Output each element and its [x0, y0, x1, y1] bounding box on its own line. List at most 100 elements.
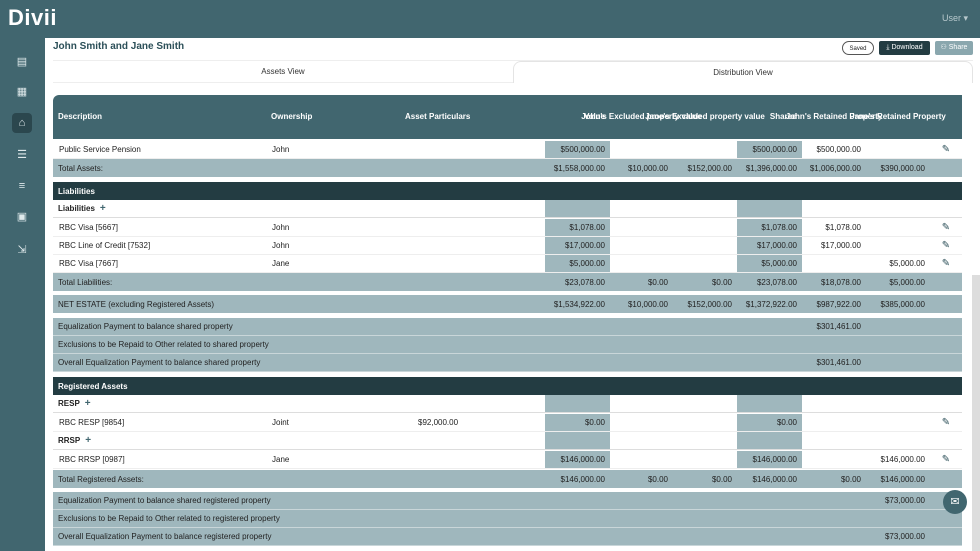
add-icon[interactable]: +	[85, 435, 91, 446]
archive-icon[interactable]: ▣	[12, 207, 32, 227]
table-row-eq: Equalization Payment to balance shared p…	[53, 318, 962, 336]
cell-value: $0.00	[647, 474, 668, 484]
cell-value: $10,000.00	[627, 299, 668, 309]
cell-value: Joint	[272, 418, 289, 427]
cell-value: $92,000.00	[418, 418, 459, 427]
row-label: Total Assets:	[58, 163, 103, 173]
row-label: RRSP +	[58, 435, 92, 446]
cell-value: $146,000.00	[560, 474, 606, 484]
cell-value: $500,000.00	[560, 145, 606, 154]
edit-icon[interactable]: ✎	[930, 237, 962, 254]
cell-value: $987,922.00	[816, 299, 862, 309]
table-row-section: Liabilities	[53, 182, 962, 200]
calendar-icon[interactable]: ▦	[12, 82, 32, 102]
table-row-eq: Equalization Payment to balance shared r…	[53, 492, 962, 510]
cell-value: Jane	[272, 259, 290, 268]
table-row-group: Liabilities +	[53, 200, 962, 218]
cell-value: $146,000.00	[752, 474, 798, 484]
table-row-total: Total Assets: $1,558,000.00 $10,000.00 $152…	[53, 159, 962, 177]
cell-value: $301,461.00	[816, 322, 862, 331]
add-icon[interactable]: +	[100, 203, 106, 214]
edit-icon[interactable]: ✎	[930, 255, 962, 272]
cell-value: $1,078.00	[761, 223, 797, 232]
scrollbar[interactable]	[972, 275, 980, 551]
column-header[interactable]: Jane's Retained Property	[850, 95, 946, 139]
row-label: RBC Line of Credit [7532]	[59, 241, 151, 250]
table-header: Description Ownership Asset Particulars Val…	[53, 95, 962, 139]
cell-value: $500,000.00	[816, 145, 862, 154]
row-label: Liabilities +	[58, 203, 106, 214]
shaded-cell	[545, 395, 610, 412]
table-row-eq: Overall Equalization Payment to balance …	[53, 528, 962, 546]
cell-value: $390,000.00	[880, 163, 926, 173]
share-icon: ⚇	[940, 44, 949, 51]
row-label: RESP +	[58, 398, 91, 409]
cell-value: $5,000.00	[889, 277, 925, 287]
row-label: NET ESTATE (excluding Registered Assets)	[58, 299, 215, 309]
export-icon[interactable]: ⇲	[12, 240, 32, 260]
row-label: RBC RRSP [0987]	[59, 455, 125, 464]
download-label: Download	[891, 44, 923, 51]
cell-value: $152,000.00	[687, 299, 733, 309]
cell-value: $0.00	[711, 474, 732, 484]
cell-value: $0.00	[840, 474, 861, 484]
column-header[interactable]: Asset Particulars	[400, 95, 545, 139]
cell-value: Jane	[272, 455, 290, 464]
cell-value: $0.00	[584, 418, 605, 427]
cell-value: $17,000.00	[564, 241, 605, 250]
row-label: Overall Equalization Payment to balance …	[58, 358, 261, 367]
edit-icon[interactable]: ✎	[930, 219, 962, 236]
chat-icon[interactable]: ✉	[943, 490, 967, 514]
logo[interactable]: Divii	[8, 5, 57, 31]
edit-icon[interactable]: ✎	[930, 414, 962, 431]
cell-value: $1,078.00	[569, 223, 605, 232]
column-header[interactable]: Description	[53, 95, 266, 139]
cell-value: $5,000.00	[889, 259, 925, 268]
main-content: John Smith and Jane Smith Saved ⤓ Downlo…	[45, 38, 980, 551]
view-tabs: Assets View Distribution View	[53, 60, 973, 83]
cell-value: $1,372,922.00	[745, 299, 797, 309]
column-header[interactable]: Ownership	[266, 95, 400, 139]
cell-value: John	[272, 241, 290, 250]
table-row-item: RBC Visa [7667] Jane $5,000.00 $5,000.00 $5,…	[53, 255, 962, 273]
tab-assets-view[interactable]: Assets View	[53, 61, 513, 83]
shaded-cell	[737, 432, 802, 449]
document-icon[interactable]: ▤	[12, 52, 32, 72]
edit-icon[interactable]: ✎	[930, 451, 962, 468]
table-row-net: NET ESTATE (excluding Registered Assets)…	[53, 295, 962, 313]
cell-value: $146,000.00	[560, 455, 606, 464]
row-label: RBC Visa [5667]	[59, 223, 118, 232]
table-row-section: Registered Assets	[53, 377, 962, 395]
cell-value: $1,558,000.00	[553, 163, 605, 173]
cell-value: $146,000.00	[880, 474, 926, 484]
tab-distribution-view[interactable]: Distribution View	[513, 61, 973, 83]
row-label: Exclusions to be Repaid to Other related…	[58, 514, 280, 523]
assets-icon[interactable]: ⌂	[12, 113, 32, 133]
top-bar: Divii User ▾	[0, 0, 980, 38]
contacts-icon[interactable]: ☰	[12, 145, 32, 165]
table-row-total: Total Liabilities: $23,078.00 $0.00 $0.00 $2…	[53, 273, 962, 291]
column-header[interactable]: Jane's Excluded property value	[645, 95, 765, 139]
saved-badge: Saved	[842, 41, 874, 55]
add-icon[interactable]: +	[85, 398, 91, 409]
shaded-cell	[545, 200, 610, 217]
row-label: Exclusions to be Repaid to Other related…	[58, 340, 269, 349]
cell-value: $18,078.00	[820, 277, 861, 287]
row-label: Total Liabilities:	[58, 277, 113, 287]
cell-value: $1,396,000.00	[745, 163, 797, 173]
table-row-item: RBC Line of Credit [7532] John $17,000.00 $…	[53, 237, 962, 255]
row-label: Equalization Payment to balance shared r…	[58, 496, 271, 505]
table-row-eq: Overall Equalization Payment to balance …	[53, 354, 962, 372]
cell-value: John	[272, 223, 290, 232]
cell-value: $73,000.00	[884, 496, 925, 505]
cell-value: $1,534,922.00	[553, 299, 605, 309]
edit-icon[interactable]: ✎	[930, 141, 962, 158]
user-menu[interactable]: User ▾	[942, 13, 968, 24]
page-title: John Smith and Jane Smith	[53, 41, 185, 52]
share-button[interactable]: ⚇ Share	[935, 41, 973, 55]
list-icon[interactable]: ≡	[12, 176, 32, 196]
cell-value: $73,000.00	[884, 532, 925, 541]
cell-value: $385,000.00	[880, 299, 926, 309]
download-button[interactable]: ⤓ Download	[879, 41, 930, 55]
cell-value: $1,078.00	[825, 223, 861, 232]
